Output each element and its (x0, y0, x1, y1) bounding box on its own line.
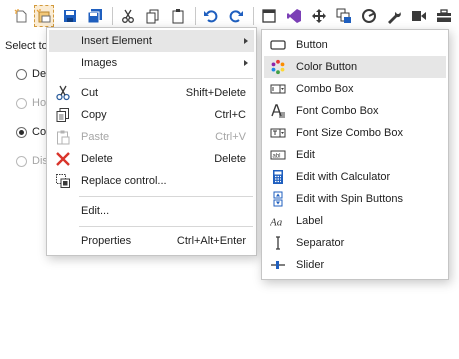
submenu-item-label: Edit with Spin Buttons (296, 193, 404, 205)
edit-box-icon: abl (270, 147, 286, 163)
radio-option-disabled: Dis (16, 155, 48, 167)
font-size-combo-icon (270, 125, 286, 141)
font-combo-icon (270, 103, 286, 119)
menu-item-label: Edit... (81, 205, 110, 217)
menu-item-label: Replace control... (81, 175, 167, 187)
wrench-icon[interactable] (384, 5, 404, 27)
separator-icon (270, 235, 286, 251)
menu-separator (79, 78, 253, 79)
cut-icon[interactable] (118, 5, 138, 27)
clipboard-icon (55, 129, 71, 145)
menu-item-cut[interactable]: Cut Shift+Delete (49, 82, 254, 104)
radio-option-default[interactable]: Def (16, 68, 49, 80)
submenu-item-label: Button (296, 39, 328, 51)
radio-button (16, 155, 27, 167)
svg-text:abl: abl (273, 154, 281, 160)
media-icon[interactable] (409, 5, 429, 27)
submenu-arrow-icon (244, 60, 248, 66)
insert-element-submenu: Button Color Button Combo Box Font Combo… (261, 29, 449, 280)
menu-item-delete[interactable]: Delete Delete (49, 148, 254, 170)
submenu-item-edit-with-calculator[interactable]: Edit with Calculator (264, 166, 446, 188)
select-label: Select to (5, 40, 48, 52)
combo-box-icon (270, 81, 286, 97)
submenu-item-label: Edit with Calculator (296, 171, 391, 183)
save-all-icon[interactable] (85, 5, 105, 27)
submenu-item-label: Separator (296, 237, 345, 249)
menu-item-label: Cut (81, 87, 99, 99)
move-icon[interactable] (309, 5, 329, 27)
submenu-item-label: Font Size Combo Box (296, 127, 403, 139)
submenu-item-label: Font Combo Box (296, 105, 379, 117)
new-element-icon[interactable] (11, 5, 31, 27)
menu-item-label: Insert Element (81, 35, 152, 47)
toolbar-separator (112, 7, 113, 25)
submenu-arrow-icon (244, 38, 248, 44)
paste-icon[interactable] (168, 5, 188, 27)
paste-element-icon[interactable] (34, 5, 54, 27)
svg-text:Aa: Aa (270, 217, 283, 229)
toolbar-separator (253, 7, 254, 25)
menu-item-edit[interactable]: Edit... (49, 200, 254, 222)
context-menu: Insert Element Images Cut Shift+Delete C… (46, 27, 257, 256)
menu-item-replace-control[interactable]: Replace control... (49, 170, 254, 192)
redo-icon[interactable] (226, 5, 246, 27)
submenu-item-label-control[interactable]: Aa Label (264, 210, 446, 232)
menu-item-label: Delete (81, 153, 113, 165)
menu-separator (79, 226, 253, 227)
radio-button[interactable] (16, 126, 27, 138)
delete-x-icon (55, 151, 71, 167)
submenu-item-combo-box[interactable]: Combo Box (264, 78, 446, 100)
spin-buttons-icon (270, 191, 286, 207)
slider-icon (270, 257, 286, 273)
submenu-item-edit[interactable]: abl Edit (264, 144, 446, 166)
menu-item-copy[interactable]: Copy Ctrl+C (49, 104, 254, 126)
submenu-item-label: Combo Box (296, 83, 354, 95)
submenu-item-slider[interactable]: Slider (264, 254, 446, 276)
radio-button[interactable] (16, 68, 27, 80)
submenu-item-edit-with-spin-buttons[interactable]: Edit with Spin Buttons (264, 188, 446, 210)
menu-item-properties[interactable]: Properties Ctrl+Alt+Enter (49, 230, 254, 252)
menu-item-shortcut: Shift+Delete (185, 87, 246, 99)
menu-item-label: Paste (81, 131, 110, 143)
radio-button (16, 97, 27, 109)
submenu-item-button[interactable]: Button (264, 34, 446, 56)
toolbox-icon[interactable] (434, 5, 454, 27)
visual-studio-icon[interactable] (284, 5, 304, 27)
submenu-item-color-button[interactable]: Color Button (264, 56, 446, 78)
menu-item-shortcut: Delete (214, 153, 246, 165)
label-icon: Aa (270, 213, 286, 229)
menu-item-shortcut: Ctrl+C (214, 109, 246, 121)
submenu-item-label: Color Button (296, 61, 358, 73)
submenu-item-font-combo-box[interactable]: Font Combo Box (264, 100, 446, 122)
layers-icon[interactable] (334, 5, 354, 27)
replace-control-icon (55, 173, 71, 189)
toolbar-separator (195, 7, 196, 25)
undo-icon[interactable] (201, 5, 221, 27)
submenu-item-label: Slider (296, 259, 325, 271)
scissors-icon (55, 85, 71, 101)
menu-item-label: Images (81, 57, 118, 69)
copy-icon[interactable] (143, 5, 163, 27)
menu-item-shortcut: Ctrl+Alt+Enter (176, 235, 246, 247)
copy-icon (55, 107, 71, 123)
button-icon (270, 37, 286, 53)
save-icon[interactable] (60, 5, 80, 27)
menu-separator (79, 196, 253, 197)
menu-item-paste: Paste Ctrl+V (49, 126, 254, 148)
submenu-item-font-size-combo-box[interactable]: Font Size Combo Box (264, 122, 446, 144)
menu-item-label: Copy (81, 109, 107, 121)
menu-item-label: Properties (81, 235, 132, 247)
menu-item-insert-element[interactable]: Insert Element (49, 30, 254, 52)
menu-item-images[interactable]: Images (49, 52, 254, 74)
radio-option-hot: Hot (16, 97, 49, 109)
submenu-item-separator[interactable]: Separator (264, 232, 446, 254)
form-icon[interactable] (259, 5, 279, 27)
color-wheel-icon (270, 59, 286, 75)
color-wheel-icon[interactable] (359, 5, 379, 27)
submenu-item-label: Label (296, 215, 323, 227)
submenu-item-label: Edit (296, 149, 315, 161)
menu-item-shortcut: Ctrl+V (215, 131, 246, 143)
calculator-icon (270, 169, 286, 185)
